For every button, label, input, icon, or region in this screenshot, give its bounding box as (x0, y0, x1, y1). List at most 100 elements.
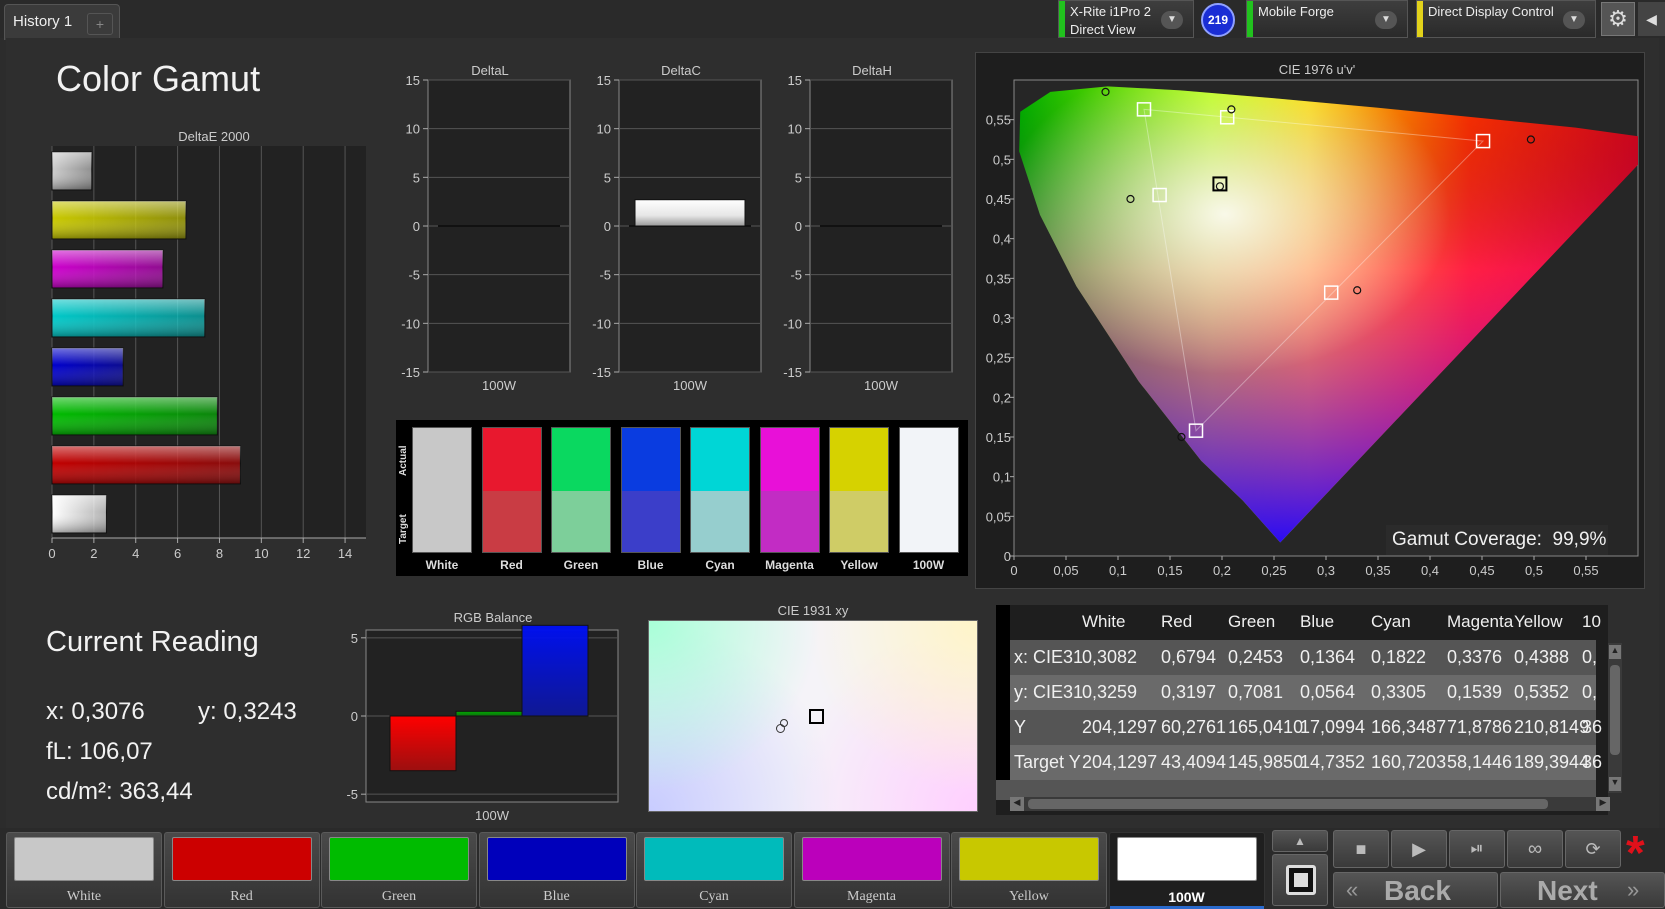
y-tick-label: 0 (413, 219, 420, 234)
meter-selector[interactable]: X-Rite i1Pro 2 Direct View ▼ (1058, 0, 1194, 38)
column-header[interactable]: Red (1161, 612, 1192, 632)
patch-button-yellow[interactable]: Yellow (951, 832, 1107, 908)
table-cell: 0,3197 (1161, 682, 1217, 702)
column-header[interactable]: Cyan (1371, 612, 1411, 632)
table-cell: 0,6794 (1161, 647, 1217, 667)
next-label: Next (1537, 875, 1598, 906)
row-header-strip (996, 605, 1010, 780)
y-tick-label: 5 (604, 170, 611, 185)
row-header: Y (1014, 717, 1027, 737)
swatch-magenta: Magenta (759, 427, 820, 575)
loop-icon[interactable]: ∞ (1507, 830, 1563, 868)
y-tick-label: -15 (592, 365, 611, 380)
patch-button-magenta[interactable]: Magenta (793, 832, 950, 908)
column-header[interactable]: White (1082, 612, 1125, 632)
chevron-down-icon[interactable]: ▼ (1161, 11, 1183, 29)
patch-color (644, 837, 784, 881)
patch-button-blue[interactable]: Blue (478, 832, 635, 908)
bar-gloss (52, 397, 218, 435)
chevron-down-icon[interactable]: ▼ (1563, 11, 1585, 29)
measurement-table: White Red Green Blue Cyan Magenta Yellow 10 x: … (996, 605, 1608, 815)
column-header[interactable]: Green (1228, 612, 1275, 632)
swatch-actual (690, 427, 750, 491)
add-tab-button[interactable]: + (87, 13, 113, 35)
x-tick-label: 8 (216, 546, 223, 561)
patch-label: White (66, 889, 102, 904)
profile-selector[interactable]: Mobile Forge ▼ (1246, 0, 1408, 38)
patch-button-cyan[interactable]: Cyan (636, 832, 792, 908)
asterisk-icon[interactable]: * (1626, 830, 1665, 878)
y-tick-label: -5 (790, 268, 802, 283)
vertical-scrollbar[interactable]: ▲ ▼ (1608, 643, 1622, 793)
patch-button-green[interactable]: Green (321, 832, 477, 908)
current-reading-title: Current Reading (46, 626, 259, 658)
x-tick-label: 0,55 (1573, 563, 1598, 578)
collapse-arrow-icon[interactable]: ◀ (1638, 2, 1665, 36)
back-button[interactable]: « Back (1333, 872, 1498, 908)
patch-label: Magenta (847, 889, 896, 904)
chevron-down-icon[interactable]: ▼ (1375, 11, 1397, 29)
next-button[interactable]: Next » (1500, 872, 1665, 908)
reading-x: x: 0,3076 (46, 698, 145, 725)
swatch-label: Yellow (840, 558, 878, 572)
x-tick-label: 0,2 (1213, 563, 1231, 578)
gear-icon[interactable]: ⚙ (1601, 2, 1635, 36)
column-header[interactable]: 10 (1582, 612, 1601, 632)
patch-label: Yellow (1009, 889, 1049, 904)
swatch-100w: 100W (898, 427, 959, 575)
table-cell: 36 (1582, 752, 1603, 772)
table-cell: 71,8786 (1447, 717, 1513, 737)
swatch-actual (898, 427, 959, 491)
x-tick-label: 0,4 (1421, 563, 1439, 578)
bar-gloss (52, 348, 124, 386)
table-row[interactable]: y: CIE31 0,3259 0,3197 0,7081 0,0564 0,3305 0,… (996, 675, 1598, 710)
y-tick-label: 0,1 (993, 470, 1011, 485)
status-strip (1247, 1, 1253, 37)
x-tick-label: 0 (1010, 563, 1017, 578)
patch-button-white[interactable]: White (6, 832, 162, 908)
patch-button-100w[interactable]: 100W (1108, 832, 1265, 909)
scroll-left-icon[interactable]: ◀ (1010, 797, 1024, 811)
y-tick-label: 0 (351, 709, 358, 724)
scroll-thumb[interactable] (1028, 799, 1548, 809)
table-header: White Red Green Blue Cyan Magenta Yellow 10 (996, 605, 1601, 640)
tab-history-1[interactable]: History 1 + (4, 4, 120, 40)
stop-icon[interactable]: ■ (1333, 830, 1389, 868)
x-tick-label: 0,3 (1317, 563, 1335, 578)
table-cell: 43,4094 (1161, 752, 1227, 772)
refresh-icon[interactable]: ⟳ (1565, 830, 1621, 868)
scroll-up-icon[interactable]: ▲ (1609, 645, 1621, 659)
patch-color (959, 837, 1099, 881)
swatch-cyan: Cyan (690, 427, 750, 575)
swatch-target (412, 491, 472, 553)
table-row[interactable]: x: CIE31 0,3082 0,6794 0,2453 0,1364 0,1822 0,… (996, 640, 1597, 675)
table-cell: 0, (1582, 682, 1598, 702)
swatch-blue: Blue (620, 427, 681, 575)
y-tick-label: -10 (592, 316, 611, 331)
up-arrow-icon[interactable]: ▲ (1272, 830, 1328, 852)
scroll-down-icon[interactable]: ▼ (1609, 777, 1621, 791)
swatch-yellow: Yellow (829, 427, 889, 575)
table-row[interactable]: Target Y 204,1297 43,4094 145,9850 14,7352 16… (996, 745, 1602, 780)
scroll-right-icon[interactable]: ▶ (1596, 797, 1610, 811)
x-tick-label: 0,1 (1109, 563, 1127, 578)
y-tick-label: 0,2 (993, 390, 1011, 405)
y-tick-label: 15 (788, 76, 802, 88)
column-header[interactable]: Magenta (1447, 612, 1513, 632)
column-header[interactable]: Yellow (1514, 612, 1563, 632)
patch-label: Red (230, 889, 253, 904)
play-icon[interactable]: ▶ (1391, 830, 1447, 868)
column-header[interactable]: Blue (1300, 612, 1334, 632)
table-cell: 36 (1582, 717, 1603, 737)
stop-measure-button[interactable] (1272, 854, 1328, 906)
measure-series-icon[interactable]: ⏯ (1449, 830, 1505, 868)
scroll-thumb[interactable] (1610, 665, 1620, 755)
reading-y: y: 0,3243 (198, 698, 297, 725)
patch-button-red[interactable]: Red (163, 832, 320, 908)
horizontal-scrollbar[interactable]: ◀ ▶ (1010, 797, 1610, 811)
rgb-balance-chart: 5 0 -5 100W (346, 624, 619, 823)
x-tick-label: 6 (174, 546, 181, 561)
display-control-selector[interactable]: Direct Display Control ▼ (1416, 0, 1596, 38)
table-row[interactable]: Y 204,1297 60,2761 165,0410 17,0994 166,3487 7… (996, 710, 1602, 745)
gamut-coverage-value: 99,9% (1552, 529, 1607, 550)
